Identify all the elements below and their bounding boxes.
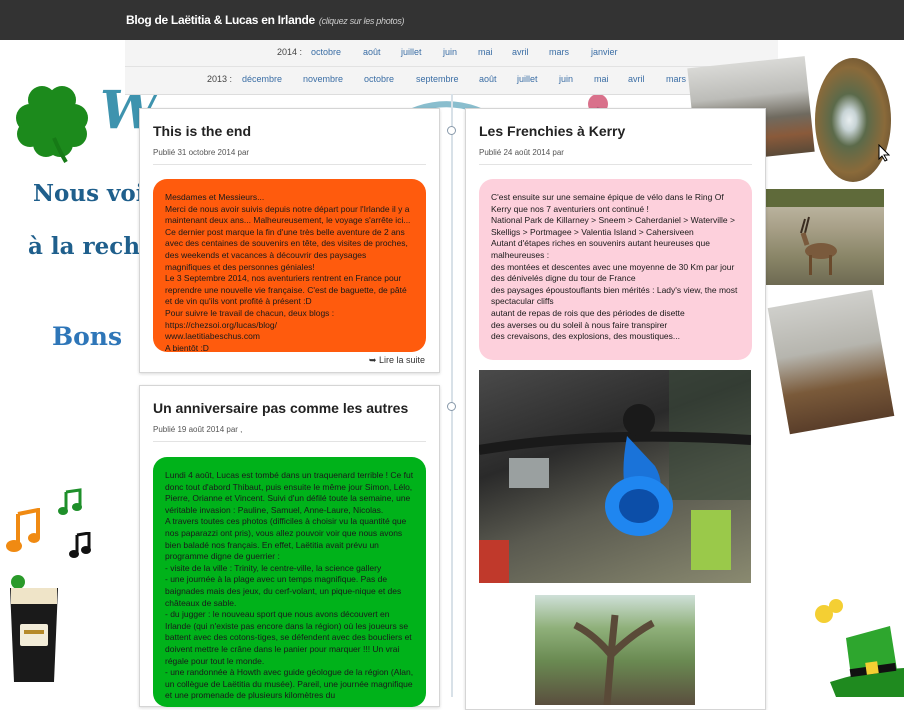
post-divider [153,441,426,442]
archive-2013-mai[interactable]: mai [594,74,609,84]
music-note-icon [58,488,82,515]
archive-2013-septembre[interactable]: septembre [416,74,459,84]
timeline-dot [447,402,456,411]
banner-line-3: Bons [52,322,123,351]
archive-2014-janvier[interactable]: janvier [591,47,618,57]
archive-2014-aout[interactable]: août [363,47,381,57]
read-more-link[interactable]: ➥ Lire la suite [369,355,425,366]
shamrock-icon [16,86,88,164]
blog-title-text: Blog de Laëtitia & Lucas en Irlande [126,13,315,27]
post-paragraph: des paysages époustouflants bien mérités… [491,284,738,307]
archive-2014-juillet[interactable]: juillet [401,47,422,57]
archive-2013-mars[interactable]: mars [666,74,686,84]
blog-title[interactable]: Blog de Laëtitia & Lucas en Irlande (cliq… [126,13,405,27]
post-title[interactable]: This is the end [153,123,251,139]
post-paragraph: - du jugger : le nouveau sport que nous … [165,609,412,666]
post-meta: Publié 24 août 2014 par [479,148,564,157]
archive-row-2014: 2014 : octobre août juillet juin mai avr… [125,40,778,67]
post-paragraph: - une journée à la plage avec un temps m… [165,574,402,608]
archive-year-2013: 2013 : [207,74,233,84]
archive-2013-juin[interactable]: juin [559,74,573,84]
archive-2014-mai[interactable]: mai [478,47,493,57]
post-body: C'est ensuite sur une semaine épique de … [479,179,752,360]
bike-horn-photo[interactable] [479,370,751,583]
guinness-glass-icon [10,575,58,682]
top-bar: Blog de Laëtitia & Lucas en Irlande (cliq… [0,0,904,40]
waterfall-photo[interactable] [815,58,891,182]
archive-row-2013: 2013 : décembre novembre octobre septemb… [125,67,778,93]
post-paragraph: des dénivelés digne du tour de France [491,273,636,284]
archive-2013-octobre[interactable]: octobre [364,74,394,84]
post-card: Un anniversaire pas comme les autres Pub… [139,385,440,707]
post-body: Lundi 4 août, Lucas est tombé dans un tr… [153,457,426,707]
post-paragraph: A travers toutes ces photos (difficiles … [165,516,407,562]
post-body: Mesdames et Messieurs... Merci de nous a… [153,179,426,352]
archive-2014-juin[interactable]: juin [443,47,457,57]
post-paragraph: A bientôt :D [165,342,209,352]
music-note-icon [69,532,91,558]
tree-illustration [573,614,655,705]
archive-2014-mars[interactable]: mars [549,47,569,57]
post-paragraph: autant de repas de rois que des périodes… [491,307,685,318]
post-paragraph: Le 3 Septembre 2014, nos aventuriers ren… [165,273,407,307]
blog-subtitle: (cliquez sur les photos) [318,16,405,26]
archive-year-2014: 2014 : [277,47,303,57]
archive-2014-octobre[interactable]: octobre [311,47,341,57]
archive-2013-decembre[interactable]: décembre [242,74,282,84]
archive-nav: 2014 : octobre août juillet juin mai avr… [125,40,778,95]
timeline-line [451,94,453,697]
post-divider [153,164,426,165]
cursor-icon [878,144,890,162]
post-paragraph: C'est ensuite sur une semaine épique de … [491,192,724,214]
post-paragraph: - visite de la ville : Trinity, le centr… [165,562,382,573]
post-paragraph: National Park de Killarney > Sneem > Cah… [491,215,735,237]
bike-horn-illustration [479,370,751,583]
archive-2014-avril[interactable]: avril [512,47,529,57]
post-paragraph: Lundi 4 août, Lucas est tombé dans un tr… [165,470,414,515]
post-divider [479,164,752,165]
post-paragraph: des crevaisons, des explosions, des mous… [491,331,680,342]
post-paragraph: Pour suivre le travail de chacun, deux b… [165,307,335,318]
post-link[interactable]: https://chezsoi.org/lucas/blog/ [165,320,414,332]
post-meta: Publié 31 octobre 2014 par [153,148,250,157]
mountain-photo[interactable] [767,289,895,435]
post-paragraph: Mesdames et Messieurs... [165,192,265,202]
post-paragraph: Autant d'étapes riches en souvenirs auta… [491,238,710,260]
post-card: This is the end Publié 31 octobre 2014 p… [139,108,440,373]
tree-photo[interactable] [535,595,695,705]
timeline-dot [447,126,456,135]
deer-photo[interactable] [765,189,884,285]
post-paragraph: des montées et descentes avec une moyenn… [491,261,735,272]
leprechaun-hat-icon [815,599,904,697]
post-title[interactable]: Les Frenchies à Kerry [479,123,625,139]
archive-2013-avril[interactable]: avril [628,74,645,84]
archive-2013-aout[interactable]: août [479,74,497,84]
archive-2013-novembre[interactable]: novembre [303,74,343,84]
post-paragraph: des averses ou du soleil à nous faire tr… [491,319,668,330]
post-card: Les Frenchies à Kerry Publié 24 août 201… [465,108,766,710]
music-note-icon [6,508,40,552]
post-link[interactable]: www.laetitiabeschus.com [165,331,414,343]
post-title[interactable]: Un anniversaire pas comme les autres [153,400,408,416]
post-paragraph: Merci de nous avoir suivis depuis notre … [165,203,411,272]
archive-2013-juillet[interactable]: juillet [517,74,538,84]
post-meta: Publié 19 août 2014 par , [153,425,243,434]
deer-icon [765,189,884,275]
